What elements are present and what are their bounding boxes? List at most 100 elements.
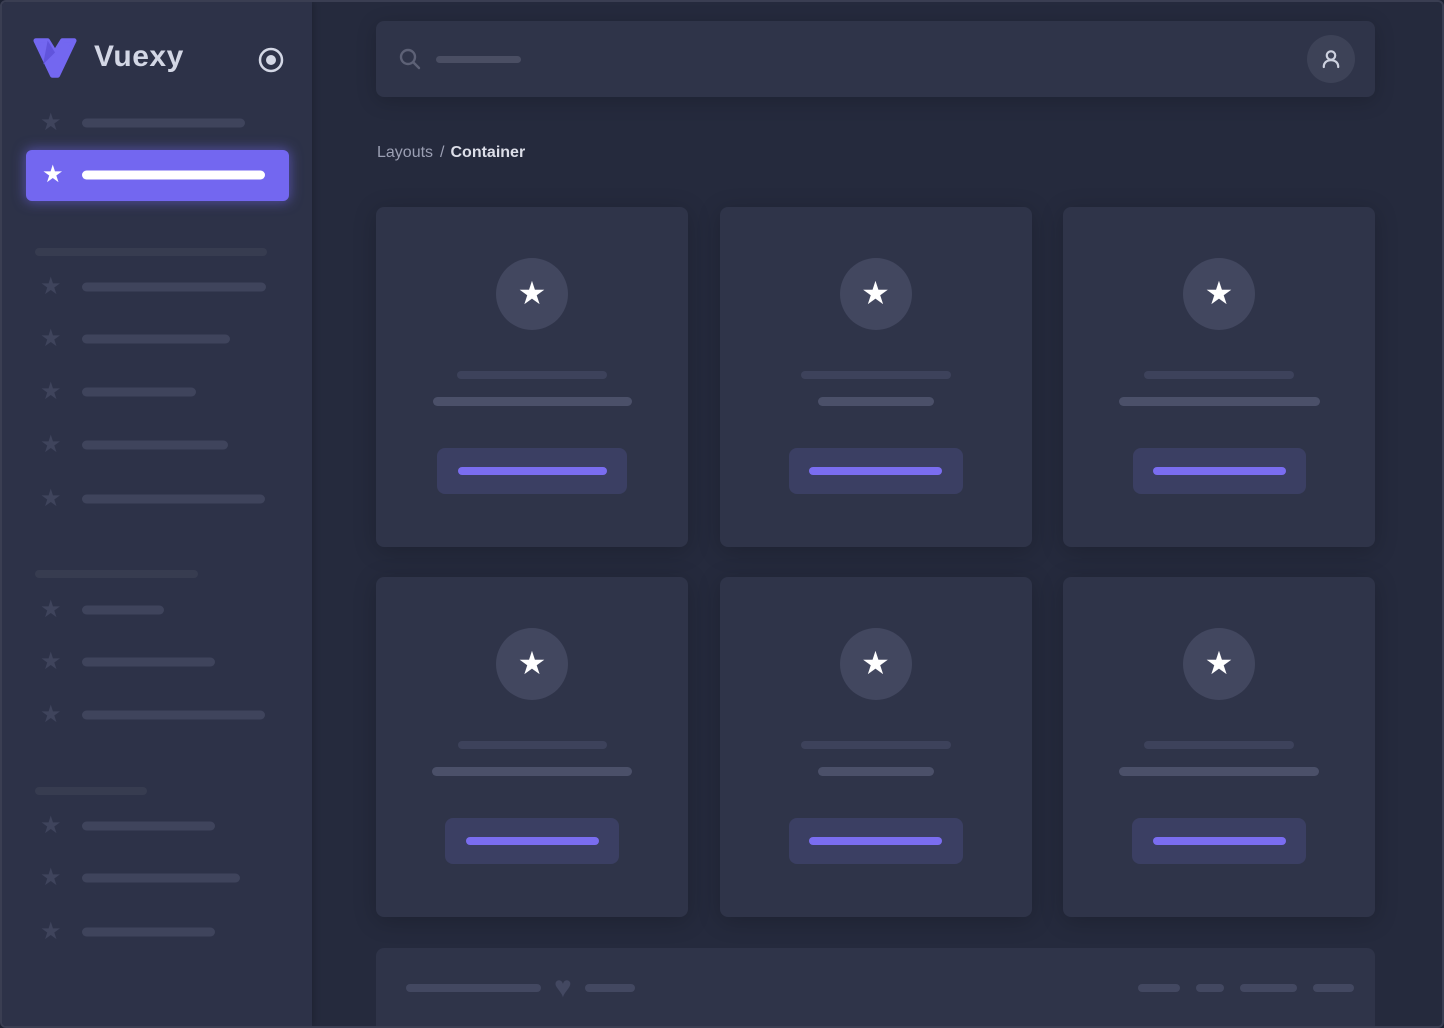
footer-placeholder-bar — [1240, 984, 1297, 992]
star-icon: ★ — [40, 431, 62, 458]
menu-item-label-bar — [82, 494, 265, 504]
star-icon: ★ — [40, 273, 62, 300]
menu-item[interactable]: ★ — [2, 596, 312, 623]
button-label-bar — [1152, 837, 1286, 845]
card-avatar: ★ — [839, 258, 912, 330]
menu-item[interactable]: ★ — [2, 109, 312, 136]
menu-item-label-bar — [82, 334, 230, 344]
footer: ♥ — [376, 948, 1375, 1026]
card-action-button[interactable] — [788, 818, 963, 864]
star-icon: ★ — [517, 645, 547, 681]
star-icon: ★ — [42, 161, 64, 188]
search-input[interactable] — [376, 21, 976, 97]
search-icon — [399, 48, 421, 70]
card-action-button[interactable] — [788, 448, 963, 494]
footer-placeholder-bar — [1196, 984, 1224, 992]
card-subtitle-bar — [432, 767, 632, 776]
menu-item-label-bar — [82, 118, 245, 128]
menu-item-label-bar — [82, 657, 215, 667]
menu-item-label-bar — [82, 170, 265, 180]
card-avatar: ★ — [496, 628, 568, 700]
footer-right-group — [1138, 984, 1354, 992]
breadcrumb-section[interactable]: Layouts — [377, 144, 433, 161]
card-title-bar — [1144, 371, 1294, 379]
menu-item[interactable]: ★ — [2, 814, 312, 838]
card-subtitle-bar — [817, 767, 934, 776]
breadcrumb: Layouts / Container — [377, 144, 525, 162]
card-subtitle-bar — [432, 397, 632, 406]
card-title-bar — [457, 371, 607, 379]
menu-item[interactable]: ★ — [2, 701, 312, 728]
placeholder-card: ★ — [376, 577, 688, 917]
card-title-bar — [1144, 741, 1294, 749]
star-icon: ★ — [1204, 645, 1234, 681]
card-avatar: ★ — [1183, 258, 1255, 330]
card-action-button[interactable] — [1132, 448, 1306, 494]
star-icon: ★ — [40, 918, 62, 945]
star-icon: ★ — [40, 485, 62, 512]
button-label-bar — [809, 467, 942, 475]
menu-item-active[interactable]: ★ — [26, 149, 289, 201]
footer-placeholder-bar — [1138, 984, 1180, 992]
menu-item[interactable]: ★ — [2, 431, 312, 458]
sidebar: Vuexy ★ ★ ★ ★ ★ ★ ★ ★ ★ ★ ★ ★ ★ — [2, 2, 312, 1026]
user-avatar-button[interactable] — [1307, 35, 1355, 83]
card-avatar: ★ — [839, 628, 912, 700]
button-label-bar — [457, 467, 607, 475]
cards-grid: ★ ★ ★ ★ ★ ★ — [376, 207, 1375, 917]
menu-item-label-bar — [82, 605, 164, 615]
star-icon: ★ — [1204, 275, 1234, 311]
card-subtitle-bar — [817, 397, 934, 406]
footer-placeholder-bar — [406, 984, 541, 992]
star-icon: ★ — [40, 596, 62, 623]
menu-item[interactable]: ★ — [2, 485, 312, 512]
placeholder-card: ★ — [376, 207, 688, 547]
card-title-bar — [800, 741, 951, 749]
top-navbar — [376, 21, 1375, 97]
menu-item-label-bar — [82, 282, 266, 292]
card-avatar: ★ — [496, 258, 568, 330]
menu-item-label-bar — [82, 873, 240, 883]
star-icon: ★ — [40, 109, 62, 136]
menu-item-label-bar — [82, 821, 215, 831]
star-icon: ★ — [40, 325, 62, 352]
star-icon: ★ — [861, 645, 890, 681]
menu-item-label-bar — [82, 710, 265, 720]
card-title-bar — [800, 371, 951, 379]
button-label-bar — [1152, 467, 1286, 475]
button-label-bar — [465, 837, 599, 845]
star-icon: ★ — [517, 275, 547, 311]
card-avatar: ★ — [1183, 628, 1255, 700]
button-label-bar — [809, 837, 942, 845]
card-subtitle-bar — [1118, 397, 1320, 406]
placeholder-card: ★ — [719, 577, 1032, 917]
menu-section-header-bar — [35, 570, 198, 578]
user-icon — [1322, 50, 1340, 69]
footer-placeholder-bar — [584, 984, 635, 992]
breadcrumb-separator: / — [440, 144, 445, 161]
menu-item[interactable]: ★ — [2, 918, 312, 945]
card-action-button[interactable] — [1132, 818, 1306, 864]
sidebar-menu: ★ ★ ★ ★ ★ ★ ★ ★ ★ ★ ★ ★ ★ — [2, 2, 312, 1026]
menu-item[interactable]: ★ — [2, 378, 312, 405]
card-title-bar — [457, 741, 607, 749]
menu-item-label-bar — [82, 387, 196, 397]
placeholder-card: ★ — [719, 207, 1032, 547]
menu-item[interactable]: ★ — [2, 866, 312, 890]
card-action-button[interactable] — [437, 448, 627, 494]
placeholder-card: ★ — [1063, 577, 1375, 917]
card-subtitle-bar — [1119, 767, 1319, 776]
menu-item[interactable]: ★ — [2, 650, 312, 674]
star-icon: ★ — [40, 701, 62, 728]
search-placeholder-bar — [436, 56, 521, 63]
star-icon: ★ — [40, 378, 62, 405]
menu-item[interactable]: ★ — [2, 273, 312, 300]
placeholder-card: ★ — [1063, 207, 1375, 547]
menu-item[interactable]: ★ — [2, 325, 312, 352]
main-content: Layouts / Container ★ ★ ★ ★ ★ ★ ♥ — [312, 2, 1442, 1026]
star-icon: ★ — [861, 275, 890, 311]
menu-item-label-bar — [82, 927, 215, 937]
heart-icon: ♥ — [554, 971, 572, 1004]
footer-left-group: ♥ — [406, 973, 635, 1003]
card-action-button[interactable] — [445, 818, 619, 864]
